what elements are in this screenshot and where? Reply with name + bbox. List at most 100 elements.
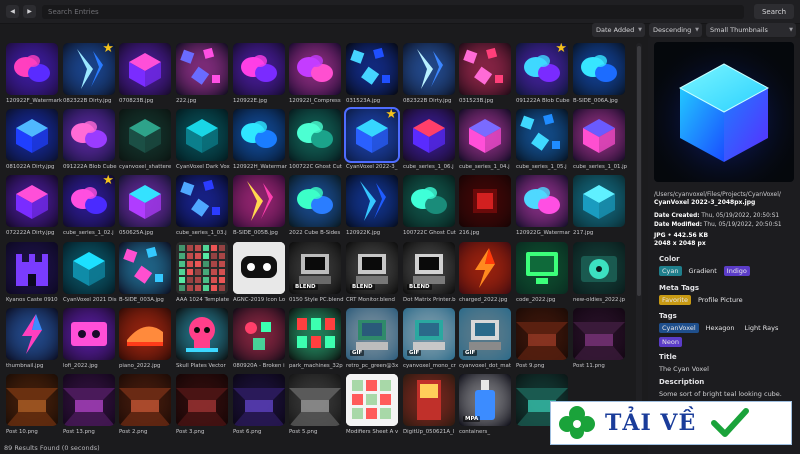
thumbnail-tile[interactable]: 216.jpg (459, 175, 511, 236)
thumbnail-tile[interactable]: GIF retro_pc_green@3x (346, 308, 398, 369)
thumbnail-image[interactable] (516, 308, 568, 360)
thumbnail-image[interactable] (63, 242, 115, 294)
thumbnail-image[interactable] (346, 175, 398, 227)
thumbnail-size-dropdown[interactable]: Small Thumbnails ▼ (706, 23, 796, 37)
thumbnail-tile[interactable]: AAA 1024 Template (176, 242, 229, 303)
color-tag-chip[interactable]: Cyan (659, 266, 682, 276)
thumbnail-image[interactable] (119, 374, 171, 426)
thumbnail-tile[interactable]: Skull Plates Vector (176, 308, 228, 369)
thumbnail-image[interactable] (176, 308, 228, 360)
thumbnail-tile[interactable]: ★ 082322B Dirty.jpg (63, 43, 115, 104)
tag-chip[interactable]: Neon (659, 337, 682, 347)
thumbnail-tile[interactable]: GIF cyanvoxel_dot_mat (459, 308, 511, 369)
thumbnail-image[interactable] (289, 175, 341, 227)
thumbnail-tile[interactable]: park_machines_32p (289, 308, 343, 369)
thumbnail-tile[interactable]: 050625A.jpg (119, 175, 171, 236)
thumbnail-tile[interactable]: cube_series_1_05.j (516, 109, 568, 170)
sort-field-dropdown[interactable]: Date Added ▼ (592, 23, 645, 37)
thumbnail-tile[interactable]: Post 6.png (233, 374, 285, 435)
thumbnail-tile[interactable]: BLEND Dot Matrix Printer.b (403, 242, 456, 303)
thumbnail-tile[interactable]: piano_2022.jpg (119, 308, 171, 369)
thumbnail-tile[interactable]: Post 11.png (573, 308, 625, 369)
thumbnail-image[interactable] (176, 242, 228, 294)
thumbnail-image[interactable] (516, 242, 568, 294)
thumbnail-tile[interactable]: thumbnail.jpg (6, 308, 58, 369)
thumbnail-tile[interactable]: Post 2.png (119, 374, 171, 435)
thumbnail-tile[interactable]: 120922H_Watermar (233, 109, 287, 170)
thumbnail-image[interactable]: ★ (516, 43, 568, 95)
thumbnail-image[interactable] (119, 109, 171, 161)
thumbnail-image[interactable]: MPA (459, 374, 511, 426)
thumbnail-tile[interactable]: DigitUp_050621A_l (403, 374, 455, 435)
thumbnail-image[interactable] (233, 175, 285, 227)
meta-tag-chip[interactable]: Favorite (659, 295, 691, 305)
thumbnail-tile[interactable]: Post 9.png (516, 308, 568, 369)
thumbnail-image[interactable] (573, 242, 625, 294)
thumbnail-tile[interactable]: Post 10.png (6, 374, 58, 435)
tag-chip[interactable]: CyanVoxel (659, 323, 699, 333)
thumbnail-tile[interactable]: 081022A Dirty.jpg (6, 109, 58, 170)
thumbnail-image[interactable] (119, 308, 171, 360)
preview-image[interactable] (654, 42, 794, 182)
thumbnail-image[interactable] (289, 109, 341, 161)
thumbnail-tile[interactable]: 031523A.jpg (346, 43, 398, 104)
thumbnail-tile[interactable]: ★ CyanVoxel 2022-3_ (344, 107, 400, 170)
thumbnail-tile[interactable]: 082322B Dirty.jpg (403, 43, 455, 104)
thumbnail-tile[interactable]: ★ cube_series_1_02.j (63, 175, 115, 236)
thumbnail-image[interactable] (119, 242, 171, 294)
thumbnail-tile[interactable]: ★ 091222A Blob Cube (516, 43, 570, 104)
thumbnail-image[interactable] (459, 43, 511, 95)
thumbnail-tile[interactable]: Modifiers Sheet A v (346, 374, 398, 435)
thumbnail-tile[interactable]: 100722C Ghost Cut (403, 175, 456, 236)
thumbnail-image[interactable] (233, 109, 285, 161)
thumbnail-tile[interactable]: BLEND 0150 Style PC.blend (289, 242, 344, 303)
thumbnail-image[interactable]: BLEND (403, 242, 455, 294)
grid-scrollbar-thumb[interactable] (637, 46, 641, 296)
thumbnail-tile[interactable]: AGNC-2019 Icon Lo (233, 242, 285, 303)
thumbnail-tile[interactable]: GIF cyanvoxel_mono_cr (403, 308, 456, 369)
thumbnail-tile[interactable]: Post 5.png (289, 374, 341, 435)
thumbnail-tile[interactable]: MPA containers_ (459, 374, 511, 435)
thumbnail-tile[interactable]: 120922K.jpg (346, 175, 398, 236)
search-button[interactable]: Search (754, 4, 794, 19)
thumbnail-image[interactable] (403, 43, 455, 95)
thumbnail-tile[interactable]: 072222A Dirty.jpg (6, 175, 58, 236)
thumbnail-image[interactable] (346, 374, 398, 426)
thumbnail-image[interactable] (573, 43, 625, 95)
thumbnail-tile[interactable]: Kyanos Caste 0910 (6, 242, 58, 303)
title-field-value[interactable]: The Cyan Voxel (659, 365, 709, 373)
thumbnail-tile[interactable]: charged_2022.jpg (459, 242, 511, 303)
thumbnail-image[interactable]: BLEND (289, 242, 341, 294)
thumbnail-image[interactable] (459, 242, 511, 294)
thumbnail-image[interactable] (516, 109, 568, 161)
thumbnail-tile[interactable]: 091222A Blob Cube (63, 109, 117, 170)
thumbnail-image[interactable]: GIF (403, 308, 455, 360)
thumbnail-image[interactable] (573, 109, 625, 161)
thumbnail-image[interactable] (573, 175, 625, 227)
thumbnail-tile[interactable]: 2022 Cube B-Sides (289, 175, 341, 236)
thumbnail-tile[interactable]: 217.jpg (573, 175, 625, 236)
thumbnail-tile[interactable]: new-oldies_2022.jp (573, 242, 625, 303)
thumbnail-image[interactable] (403, 374, 455, 426)
thumbnail-image[interactable] (459, 175, 511, 227)
thumbnail-image[interactable] (233, 242, 285, 294)
thumbnail-image[interactable] (289, 43, 341, 95)
thumbnail-image[interactable] (119, 175, 171, 227)
thumbnail-tile[interactable]: Post 13.png (63, 374, 115, 435)
sort-order-dropdown[interactable]: Descending ▼ (649, 23, 702, 37)
thumbnail-tile[interactable]: CyanVoxel Dark Vox (176, 109, 230, 170)
thumbnail-tile[interactable]: 120922I_Compress (289, 43, 341, 104)
thumbnail-tile[interactable]: B-SIDE_006A.jpg (573, 43, 625, 104)
thumbnail-tile[interactable]: 080920A - Broken i (233, 308, 285, 369)
thumbnail-image[interactable] (6, 374, 58, 426)
back-button[interactable]: ◀ (6, 5, 19, 18)
thumbnail-tile[interactable]: B-SIDE_005B.jpg (233, 175, 285, 236)
thumbnail-image[interactable]: GIF (346, 308, 398, 360)
thumbnail-tile[interactable]: code_2022.jpg (516, 242, 568, 303)
thumbnail-tile[interactable]: BLEND CRT Monitor.blend (346, 242, 398, 303)
thumbnail-image[interactable] (6, 175, 58, 227)
thumbnail-image[interactable] (289, 308, 341, 360)
thumbnail-tile[interactable]: cube_series_1_06.j (403, 109, 455, 170)
thumbnail-image[interactable]: BLEND (346, 242, 398, 294)
forward-button[interactable]: ▶ (23, 5, 36, 18)
